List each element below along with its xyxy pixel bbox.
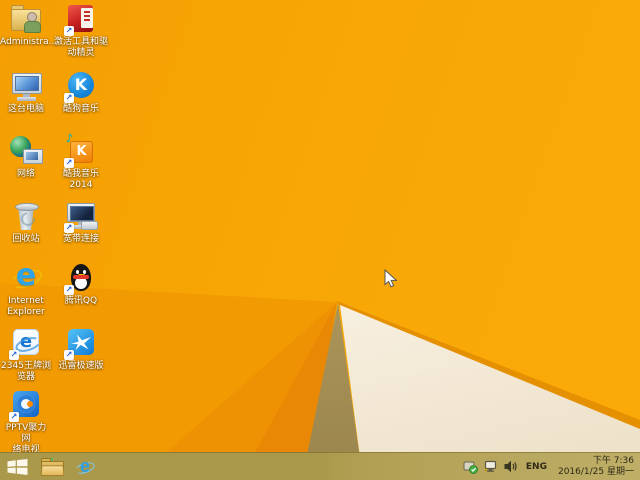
desktop-icon-administrator[interactable]: Administra... [0,2,52,48]
icon-label: Internet Explorer [0,296,52,318]
file-explorer-icon [41,458,62,475]
kugou-music-icon: K ↗ [64,69,98,103]
clock-date: 2016/1/25 星期一 [558,467,634,478]
this-pc-icon [9,69,43,103]
taskbar: e [0,452,640,480]
desktop-icon-internet-explorer[interactable]: e Internet Explorer [0,261,52,318]
desktop: Administra... 这台电脑 网络 回收站 e Internet Exp… [0,0,640,480]
desktop-icon-kuwo[interactable]: K ♪ ↗ 酷我音乐 2014 [53,134,109,191]
desktop-icon-2345-browser[interactable]: e ↗ 2345王牌浏 览器 [0,326,52,383]
network-warning-icon[interactable] [483,459,498,474]
recycle-bin-icon [9,199,43,233]
administrator-folder-icon [9,2,43,36]
desktop-icon-network[interactable]: 网络 [0,134,52,180]
shortcut-arrow-icon: ↗ [64,285,74,295]
language-indicator[interactable]: ENG [523,462,550,472]
xunlei-thunder-icon: ↗ [64,326,98,360]
icon-label: 网络 [0,169,52,180]
shortcut-arrow-icon: ↗ [9,350,19,360]
desktop-icon-this-pc[interactable]: 这台电脑 [0,69,52,115]
desktop-icon-qq[interactable]: ↗ 腾讯QQ [53,261,109,307]
desktop-icon-activation-tool[interactable]: ↗ 激活工具和驱 动精灵 [53,2,109,59]
shortcut-arrow-icon: ↗ [64,223,74,233]
icon-label: 迅雷极速版 [53,361,109,372]
shortcut-arrow-icon: ↗ [64,350,74,360]
icon-label: 腾讯QQ [53,296,109,307]
shortcut-arrow-icon: ↗ [64,93,74,103]
pptv-icon: ↗ [9,388,43,422]
2345-browser-icon: e ↗ [9,326,43,360]
start-button[interactable] [0,453,34,480]
icon-label: 激活工具和驱 动精灵 [53,37,109,59]
desktop-icon-kugou[interactable]: K ↗ 酷狗音乐 [53,69,109,115]
network-icon [9,134,43,168]
music-note-icon: ♪ [66,132,73,145]
shortcut-arrow-icon: ↗ [64,26,74,36]
icon-label: 宽带连接 [53,234,109,245]
desktop-icon-pptv[interactable]: ↗ PPTV聚力 网 络电视 [0,388,52,456]
icon-label: 这台电脑 [0,104,52,115]
file-explorer-button[interactable] [34,453,68,480]
shortcut-arrow-icon: ↗ [9,412,19,422]
desktop-icon-broadband[interactable]: ↗ 宽带连接 [53,199,109,245]
desktop-icon-recycle-bin[interactable]: 回收站 [0,199,52,245]
device-status-ok-icon[interactable] [463,459,478,474]
shortcut-arrow-icon: ↗ [64,158,74,168]
icon-label: 2345王牌浏 览器 [0,361,52,383]
desktop-icon-xunlei[interactable]: ↗ 迅雷极速版 [53,326,109,372]
volume-icon[interactable] [503,459,518,474]
clock-time: 下午 7:36 [558,456,634,467]
icon-label: Administra... [0,37,52,48]
icon-label: 回收站 [0,234,52,245]
tencent-qq-icon: ↗ [64,261,98,295]
system-tray: ENG 下午 7:36 2016/1/25 星期一 [463,453,640,480]
icon-label: 酷我音乐 2014 [53,169,109,191]
activation-tool-icon: ↗ [64,2,98,36]
icon-label: 酷狗音乐 [53,104,109,115]
internet-explorer-icon: e [9,261,43,295]
broadband-connection-icon: ↗ [64,199,98,233]
taskbar-clock[interactable]: 下午 7:36 2016/1/25 星期一 [555,456,634,478]
kuwo-music-icon: K ♪ ↗ [64,134,98,168]
internet-explorer-icon: e [75,457,95,477]
internet-explorer-button[interactable]: e [68,453,102,480]
windows-logo-icon [7,459,28,475]
